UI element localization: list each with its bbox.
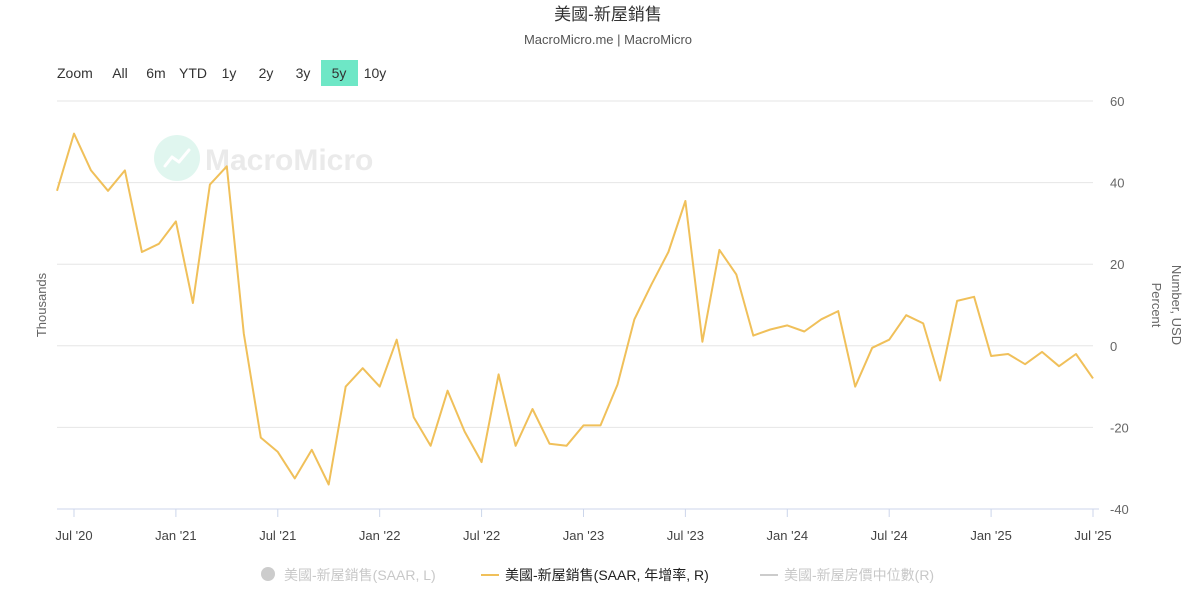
zoom-button-label: YTD [179, 65, 207, 81]
zoom-button-label: 1y [222, 65, 237, 81]
right-axis-title-2: Percent [1149, 283, 1164, 328]
x-tick-label: Jan '24 [767, 528, 809, 543]
chart-svg: 美國-新屋銷售 MacroMicro.me | MacroMicro Zoom … [0, 0, 1200, 595]
series-line[interactable] [57, 134, 1093, 485]
legend-label: 美國-新屋房價中位數(R) [784, 567, 934, 583]
zoom-button-3y[interactable]: 3y [296, 65, 311, 81]
zoom-button-10y[interactable]: 10y [364, 65, 387, 81]
chart-subtitle: MacroMicro.me | MacroMicro [524, 32, 692, 47]
x-tick-label: Jul '23 [667, 528, 704, 543]
right-axis-title-1: Number, USD [1169, 265, 1184, 345]
right-tick-label: 60 [1110, 94, 1124, 109]
chart-title: 美國-新屋銷售 [554, 5, 662, 24]
x-tick-label: Jan '21 [155, 528, 197, 543]
legend: 美國-新屋銷售(SAAR, L) 美國-新屋銷售(SAAR, 年增率, R) 美國-… [261, 567, 934, 583]
chart-container: 美國-新屋銷售 MacroMicro.me | MacroMicro Zoom … [0, 0, 1200, 595]
legend-label: 美國-新屋銷售(SAAR, L) [284, 567, 436, 583]
x-tick-label: Jul '22 [463, 528, 500, 543]
x-tick-label: Jan '25 [970, 528, 1012, 543]
watermark-text: MacroMicro [205, 144, 373, 177]
legend-label: 美國-新屋銷售(SAAR, 年增率, R) [505, 567, 709, 583]
right-tick-label: 20 [1110, 257, 1124, 272]
zoom-controls: Zoom All 6m YTD 1y 2y 3y 5y 10y [57, 60, 386, 86]
zoom-button-1y[interactable]: 1y [222, 65, 237, 81]
zoom-button-all[interactable]: All [112, 65, 128, 81]
macromicro-logo-icon [154, 135, 200, 181]
zoom-button-ytd[interactable]: YTD [179, 65, 207, 81]
legend-circle-icon [261, 567, 275, 581]
zoom-button-label: 10y [364, 65, 387, 81]
zoom-label: Zoom [57, 65, 93, 81]
zoom-button-6m[interactable]: 6m [146, 65, 165, 81]
x-axis: Jul '20 Jan '21 Jul '21 Jan '22 Jul '22 Jan '… [55, 509, 1111, 543]
zoom-button-5y[interactable]: 5y [321, 60, 358, 86]
left-axis-title: Thousands [34, 272, 49, 337]
right-axis-ticks: 60 40 20 0 -20 -40 [1110, 94, 1129, 517]
zoom-button-label: 5y [332, 65, 347, 81]
zoom-button-label: All [112, 65, 128, 81]
zoom-button-2y[interactable]: 2y [259, 65, 274, 81]
x-tick-label: Jul '20 [55, 528, 92, 543]
x-tick-label: Jul '21 [259, 528, 296, 543]
right-tick-label: 40 [1110, 176, 1124, 191]
right-tick-label: 0 [1110, 339, 1117, 354]
zoom-button-label: 2y [259, 65, 274, 81]
right-tick-label: -40 [1110, 502, 1129, 517]
watermark: MacroMicro [154, 135, 373, 181]
x-tick-label: Jul '25 [1074, 528, 1111, 543]
right-tick-label: -20 [1110, 420, 1129, 435]
series-layer [57, 134, 1093, 485]
legend-item[interactable]: 美國-新屋銷售(SAAR, L) [261, 567, 436, 583]
zoom-button-label: 3y [296, 65, 311, 81]
zoom-button-label: 6m [146, 65, 165, 81]
x-tick-label: Jul '24 [871, 528, 908, 543]
legend-item[interactable]: 美國-新屋銷售(SAAR, 年增率, R) [481, 567, 709, 583]
x-tick-label: Jan '22 [359, 528, 401, 543]
legend-item[interactable]: 美國-新屋房價中位數(R) [760, 567, 934, 583]
x-tick-label: Jan '23 [563, 528, 605, 543]
